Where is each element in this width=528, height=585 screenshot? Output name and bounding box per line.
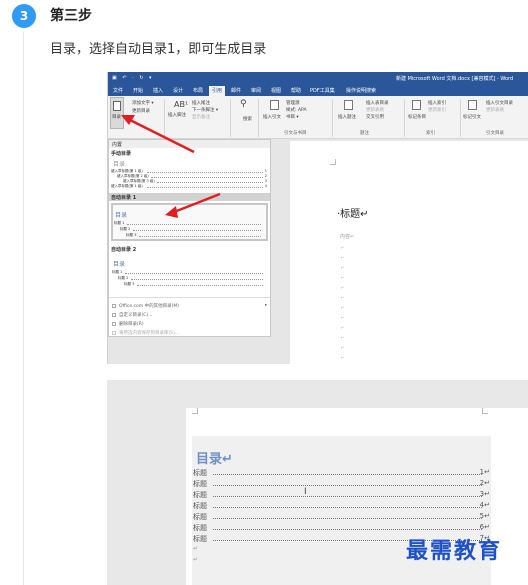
toc-entry[interactable]: 标题 5↵ [193, 512, 492, 523]
arrow-head-icon [165, 206, 178, 218]
arrow-to-auto-toc-1 [173, 192, 221, 214]
toc-entry[interactable]: 标题 3↵ [193, 490, 492, 501]
update-toa-button[interactable]: 更新表格 [486, 107, 504, 113]
auto-toc-2-line: 标题 3 [124, 282, 135, 286]
document-content: 内容↵ [340, 234, 355, 240]
step-description: 目录，选择自动目录1，即可生成目录 [50, 42, 267, 57]
auto-toc-2-heading: 目录 [113, 261, 126, 268]
auto-toc-2-line: 标题 2 [118, 276, 129, 280]
ribbon-separator [404, 99, 405, 137]
mark-citation-button[interactable]: 标记引文 [463, 114, 481, 120]
arrow-to-toc-button [129, 118, 195, 154]
tab-pdf-tools[interactable]: PDF工具集 [307, 86, 338, 96]
menu-custom-toc[interactable]: 自定义目录(C)... [119, 312, 152, 318]
menu-office-more-tocs[interactable]: Office.com 中的其他目录(M) [119, 303, 179, 309]
annotation-arrows [121, 115, 221, 218]
toc-entry[interactable]: 标题 1↵ [193, 468, 492, 479]
custom-toc-icon [112, 313, 116, 317]
update-index-button[interactable]: 更新索引 [428, 107, 446, 113]
step-number-badge: 3 [12, 4, 36, 28]
toc-title: 目录↵ [196, 452, 233, 467]
insert-caption-button[interactable]: 插入题注 [338, 114, 356, 120]
insert-table-of-figures-button[interactable]: 插入表目录 [366, 100, 389, 106]
cross-reference-button[interactable]: 交叉引用 [366, 114, 384, 120]
arrow-head-icon [121, 115, 135, 125]
auto-toc-2-line: 标题 1 [112, 270, 123, 274]
ribbon-separator [332, 99, 333, 137]
margin-corner-mark [482, 408, 488, 414]
text-cursor-icon: I [304, 487, 307, 497]
menu-save-to-gallery[interactable]: 将所选内容保存到目录库(S)... [119, 330, 179, 336]
group-label-captions: 题注 [360, 131, 369, 136]
insert-index-button[interactable]: 插入索引 [428, 100, 446, 106]
group-label-index: 索引 [426, 131, 435, 136]
save-selection-icon [112, 331, 116, 335]
margin-corner-mark [330, 159, 336, 165]
mark-entry-icon [412, 100, 421, 110]
auto-toc-2-option[interactable]: 目录 标题 1 标题 2 标题 3 [111, 253, 268, 291]
submenu-arrow-icon: ▸ [265, 303, 268, 308]
document-title: 新建 Microsoft Word 文档.docx [兼容模式] - Word [396, 76, 514, 82]
update-table-button[interactable]: 更新表格 [366, 107, 384, 113]
ribbon-separator [460, 99, 461, 137]
mark-citation-icon [468, 100, 477, 110]
watermark-logo: 最需教育 [406, 538, 503, 564]
office-icon [112, 304, 116, 308]
document-page[interactable]: ·标题↵ 内容↵ ↵ ↵ ↵ ↵ ↵ ↵ ↵ ↵ ↵ ↵ ↵ ↵ [290, 141, 528, 364]
menu-remove-toc[interactable]: 删除目录(R) [119, 321, 144, 327]
toc-entry[interactable]: 标题 2↵ [193, 479, 492, 490]
group-label-toa: 引文目录 [486, 131, 504, 136]
insert-toa-button[interactable]: 插入引文目录 [486, 100, 513, 106]
document-heading: ·标题↵ [337, 209, 369, 220]
tell-me-search[interactable]: 操作说明搜索 [343, 86, 379, 96]
margin-corner-mark [192, 408, 198, 414]
menu-divider [109, 297, 270, 298]
insert-caption-icon [344, 100, 353, 110]
auto-toc-1-line: 标题 3 [126, 233, 137, 237]
step-title: 第三步 [50, 8, 92, 24]
toc-entry[interactable]: 标题 4↵ [193, 501, 492, 512]
word-screenshot-toc-menu: ▣ ↶ · ↻ ▾ 新建 Microsoft Word 文档.docx [兼容模… [107, 72, 528, 364]
mark-entry-button[interactable]: 标记条目 [408, 114, 426, 120]
step-connector-line [23, 32, 24, 585]
auto-toc-2-title: 自动目录 2 [111, 247, 137, 253]
remove-toc-icon [112, 322, 116, 326]
